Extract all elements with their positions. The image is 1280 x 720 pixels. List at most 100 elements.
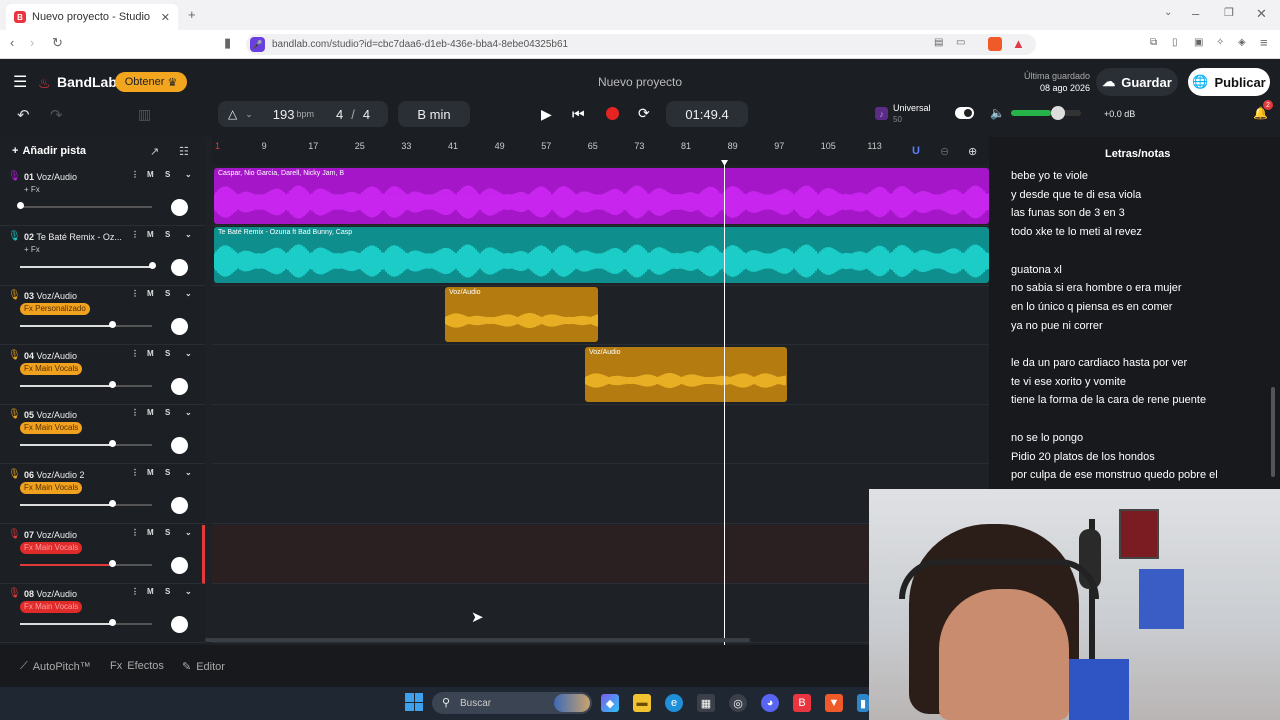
get-membership-button[interactable]: Obtener ♛ <box>115 72 187 92</box>
track-fx-tag[interactable]: Fx Main Vocals <box>20 601 83 614</box>
zoom-in-icon[interactable]: ⊕ <box>968 145 977 158</box>
track-options-icon[interactable]: ⋮ <box>131 170 139 179</box>
track-name[interactable]: 06 Voz/Audio 2 <box>24 470 124 480</box>
track-header[interactable]: 🎙 08 Voz/Audio Fx Main Vocals ⋮ M S ⌄ <box>0 584 205 644</box>
app-taskbar-icon[interactable]: ▮ <box>857 694 869 712</box>
track-header[interactable]: 🎙 05 Voz/Audio Fx Main Vocals ⋮ M S ⌄ <box>0 405 205 465</box>
zoom-out-icon[interactable]: ⊖ <box>940 145 949 158</box>
track-header[interactable]: 🎙 07 Voz/Audio Fx Main Vocals ⋮ M S ⌄ <box>0 524 205 584</box>
track-options-icon[interactable]: ⋮ <box>131 349 139 358</box>
lyric-line[interactable]: tiene la forma de la cara de rene puente <box>1011 394 1206 406</box>
publish-button[interactable]: 🌐 Publicar <box>1188 68 1270 96</box>
track-name[interactable]: 08 Voz/Audio <box>24 589 124 599</box>
mute-button[interactable]: M <box>147 170 154 179</box>
chrome-icon[interactable]: ◎ <box>729 694 747 712</box>
autopitch-button[interactable]: ⟋ AutoPitch™ <box>20 660 91 673</box>
preset-name[interactable]: Universal <box>893 103 931 113</box>
track-chevron-icon[interactable]: ⌄ <box>185 289 192 298</box>
track-name[interactable]: 03 Voz/Audio <box>24 291 124 301</box>
url-field[interactable]: 🎤 bandlab.com/studio?id=cbc7daa6-d1eb-43… <box>246 34 1036 55</box>
track-options-icon[interactable]: ⋮ <box>131 230 139 239</box>
track-settings-icon[interactable]: ☷ <box>179 145 189 158</box>
master-volume-knob[interactable] <box>1051 106 1065 120</box>
track-name[interactable]: 01 Voz/Audio <box>24 172 124 182</box>
lyric-line[interactable]: no sabia si era hombre o era mujer <box>1011 282 1182 294</box>
track-volume-knob[interactable] <box>109 500 117 507</box>
tab-list-icon[interactable]: ⌄ <box>1164 7 1172 18</box>
copilot-icon[interactable]: ◆ <box>601 694 619 712</box>
record-icon[interactable] <box>606 107 619 120</box>
track-fx-tag[interactable]: Fx Personalizado <box>20 303 90 316</box>
playhead[interactable] <box>724 160 725 646</box>
snap-magnet-icon[interactable]: U <box>912 145 920 157</box>
lyric-line[interactable]: ya no pue ni correr <box>1011 320 1103 332</box>
new-tab-icon[interactable]: + <box>188 7 196 22</box>
track-volume-knob[interactable] <box>17 202 24 209</box>
windows-start-icon[interactable] <box>405 693 423 711</box>
solo-button[interactable]: S <box>165 349 170 358</box>
browser-tab[interactable]: B Nuevo proyecto - Studio ✕ <box>6 4 178 30</box>
track-lane[interactable] <box>212 405 989 465</box>
lyric-line[interactable]: Pidio 20 platos de los hondos <box>1011 451 1155 463</box>
file-explorer-icon[interactable]: ▬ <box>633 694 651 712</box>
track-name[interactable]: 07 Voz/Audio <box>24 530 124 540</box>
track-volume-slider[interactable] <box>20 619 152 627</box>
loop-icon[interactable]: ⟳ <box>638 105 650 122</box>
lyric-line[interactable]: le da un paro cardiaco hasta por ver <box>1011 357 1187 369</box>
track-volume-knob[interactable] <box>109 559 117 567</box>
track-pan-knob[interactable] <box>171 616 188 634</box>
horizontal-scrollbar[interactable] <box>205 638 750 642</box>
vpn-icon[interactable]: ◈ <box>1238 37 1246 48</box>
mute-button[interactable]: M <box>147 528 154 537</box>
track-volume-knob[interactable] <box>109 440 117 448</box>
bookmark-icon[interactable]: ▮ <box>224 35 231 51</box>
skip-to-start-icon[interactable]: ⏮ <box>572 106 585 123</box>
track-pan-knob[interactable] <box>171 199 188 216</box>
solo-button[interactable]: S <box>165 289 170 298</box>
track-pan-knob[interactable] <box>171 377 188 395</box>
back-icon[interactable]: ‹ <box>10 35 14 50</box>
metronome-dropdown-icon[interactable]: ⌄ <box>245 109 253 120</box>
close-window-icon[interactable]: ✕ <box>1256 6 1267 22</box>
reader-icon[interactable]: ▤ <box>934 37 943 48</box>
track-name[interactable]: 04 Voz/Audio <box>24 351 124 361</box>
mute-button[interactable]: M <box>147 349 154 358</box>
track-chevron-icon[interactable]: ⌄ <box>185 408 192 417</box>
key-selector[interactable]: B min <box>398 101 470 127</box>
lyric-line[interactable]: no se lo pongo <box>1011 432 1083 444</box>
track-volume-knob[interactable] <box>149 261 156 269</box>
audio-clip[interactable]: Caspar, Nio Garcia, Darell, Nicky Jam, B <box>214 168 989 224</box>
extensions-icon[interactable]: ⧉ <box>1150 37 1157 48</box>
mic-permission-icon[interactable]: 🎤 <box>250 37 265 52</box>
automation-icon[interactable]: ↗ <box>150 145 159 158</box>
track-volume-slider[interactable] <box>20 261 156 269</box>
track-header[interactable]: 🎙 06 Voz/Audio 2 Fx Main Vocals ⋮ M S ⌄ <box>0 465 205 524</box>
project-title[interactable]: Nuevo proyecto <box>560 75 720 89</box>
track-pan-knob[interactable] <box>171 258 188 276</box>
mute-button[interactable]: M <box>147 408 154 417</box>
track-options-icon[interactable]: ⋮ <box>131 528 139 537</box>
track-name[interactable]: 05 Voz/Audio <box>24 410 124 420</box>
track-lane[interactable] <box>212 286 989 346</box>
effects-button[interactable]: Fx Efectos <box>110 660 164 672</box>
lyric-line[interactable]: te vi ese xorito y vomite <box>1011 376 1126 388</box>
track-fx-tag[interactable]: + Fx <box>20 184 44 196</box>
minimize-icon[interactable]: – <box>1192 6 1199 21</box>
solo-button[interactable]: S <box>165 170 170 179</box>
timeline-ruler[interactable]: 1 9 17 25 33 41 49 57 65 73 81 89 97 105 113 <box>212 137 989 165</box>
cast-icon[interactable]: ▭ <box>956 37 965 48</box>
solo-button[interactable]: S <box>165 408 170 417</box>
track-pan-knob[interactable] <box>171 318 188 336</box>
track-header[interactable]: 🎙 02 Te Baté Remix - Oz... + Fx ⋮ M S ⌄ <box>0 227 205 286</box>
track-pan-knob[interactable] <box>171 437 188 455</box>
track-chevron-icon[interactable]: ⌄ <box>185 587 192 596</box>
track-volume-knob[interactable] <box>109 380 117 388</box>
menu-icon[interactable]: ≡ <box>1260 35 1268 50</box>
audio-clip[interactable]: Voz/Audio <box>445 287 598 342</box>
lyric-line[interactable]: guatona xl <box>1011 264 1062 276</box>
forward-icon[interactable]: › <box>30 35 34 50</box>
master-volume-slider[interactable] <box>1011 106 1081 120</box>
track-chevron-icon[interactable]: ⌄ <box>185 468 192 477</box>
track-options-icon[interactable]: ⋮ <box>131 289 139 298</box>
lyric-line[interactable]: las funas son de 3 en 3 <box>1011 207 1125 219</box>
